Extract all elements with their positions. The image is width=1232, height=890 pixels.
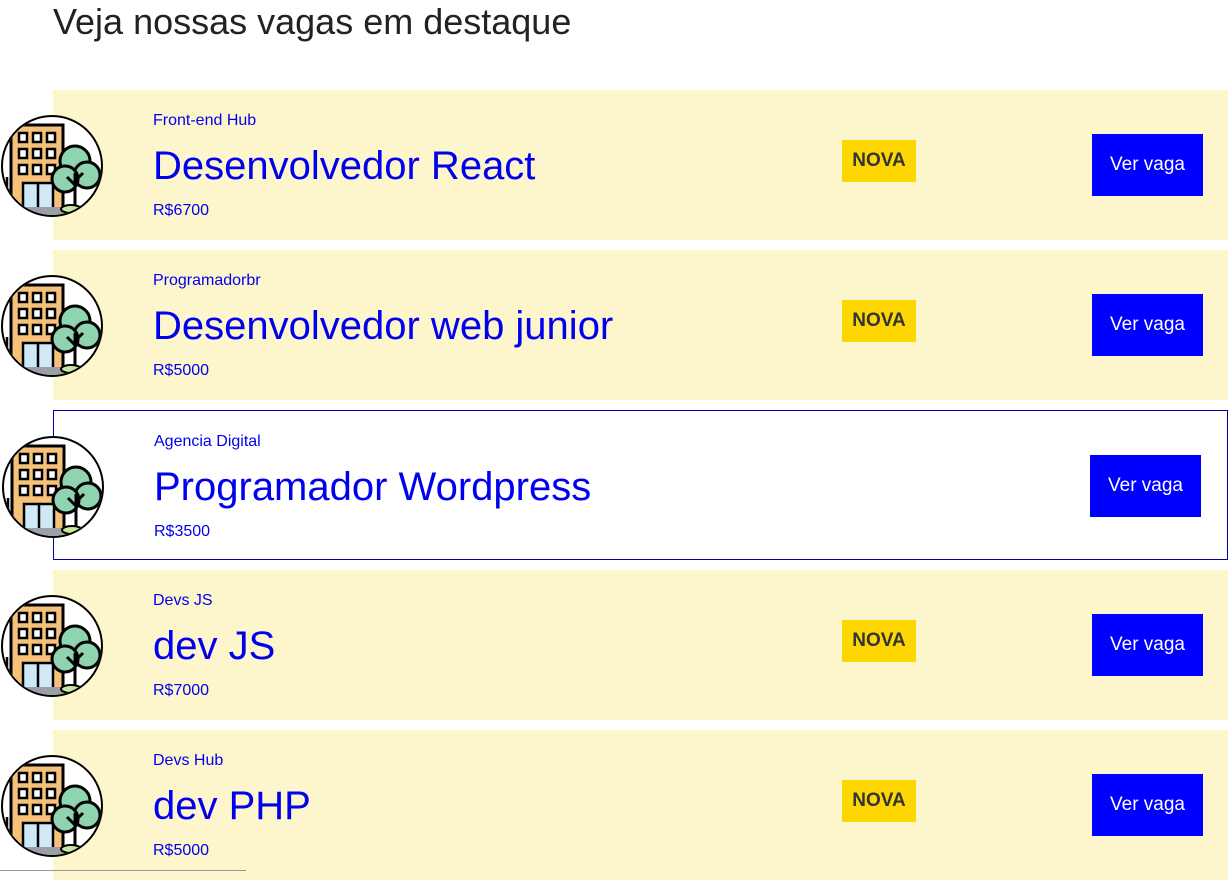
view-job-button[interactable]: Ver vaga bbox=[1092, 294, 1203, 356]
job-card[interactable]: Programadorbr Desenvolvedor web junior R$5… bbox=[1, 250, 1228, 400]
job-card[interactable]: Devs JS dev JS R$7000 NOVA Ver vaga bbox=[1, 570, 1228, 720]
job-title[interactable]: dev PHP bbox=[153, 782, 311, 830]
view-job-button[interactable]: Ver vaga bbox=[1090, 455, 1201, 517]
new-badge: NOVA bbox=[842, 140, 916, 182]
building-tree-icon bbox=[2, 436, 104, 538]
company-name: Devs JS bbox=[153, 592, 213, 609]
job-salary: R$5000 bbox=[153, 362, 210, 379]
view-job-button[interactable]: Ver vaga bbox=[1092, 614, 1203, 676]
job-title[interactable]: dev JS bbox=[153, 622, 275, 670]
job-title[interactable]: Desenvolvedor web junior bbox=[153, 302, 613, 350]
job-salary: R$7000 bbox=[153, 682, 210, 699]
job-title[interactable]: Desenvolvedor React bbox=[153, 142, 535, 190]
company-name: Agencia Digital bbox=[154, 433, 261, 450]
job-list: Front-end Hub Desenvolvedor React R$6700 NO… bbox=[0, 90, 1232, 890]
new-badge: NOVA bbox=[842, 780, 916, 822]
company-name: Front-end Hub bbox=[153, 112, 257, 129]
job-card[interactable]: Agencia Digital Programador Wordpress R$35… bbox=[2, 410, 1228, 560]
job-card[interactable]: Devs Hub dev PHP R$5000 NOVA Ver vaga bbox=[1, 730, 1228, 880]
new-badge: NOVA bbox=[842, 300, 916, 342]
job-salary: R$5000 bbox=[153, 842, 210, 859]
job-salary: R$6700 bbox=[153, 202, 210, 219]
new-badge: NOVA bbox=[842, 620, 916, 662]
job-card[interactable]: Front-end Hub Desenvolvedor React R$6700 NO… bbox=[1, 90, 1228, 240]
page-title: Veja nossas vagas em destaque bbox=[53, 1, 572, 42]
view-job-button[interactable]: Ver vaga bbox=[1092, 774, 1203, 836]
building-tree-icon bbox=[1, 595, 103, 697]
job-salary: R$3500 bbox=[154, 523, 211, 540]
building-tree-icon bbox=[1, 275, 103, 377]
view-job-button[interactable]: Ver vaga bbox=[1092, 134, 1203, 196]
building-tree-icon bbox=[1, 755, 103, 857]
company-name: Programadorbr bbox=[153, 272, 261, 289]
building-tree-icon bbox=[1, 115, 103, 217]
divider bbox=[0, 870, 246, 871]
job-title[interactable]: Programador Wordpress bbox=[154, 463, 591, 511]
company-name: Devs Hub bbox=[153, 752, 224, 769]
